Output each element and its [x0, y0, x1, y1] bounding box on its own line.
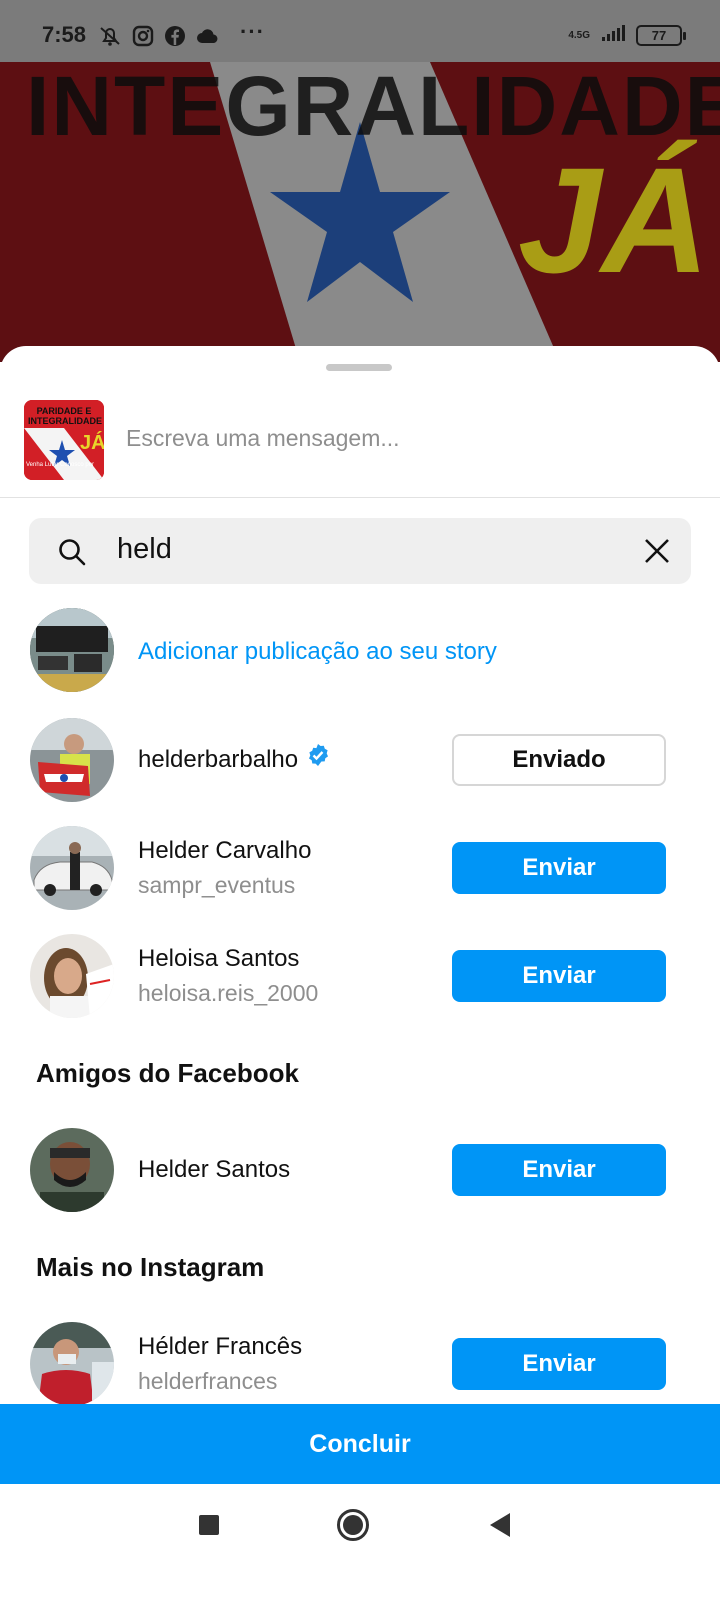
more-on-instagram-heading: Mais no Instagram: [36, 1252, 265, 1282]
verified-badge-icon: [306, 743, 330, 774]
result-row-helder-santos: Helder Santos Enviar: [0, 1128, 720, 1218]
result-name: Helder Carvalho: [138, 837, 312, 864]
avatar-image: [30, 826, 114, 910]
avatar: [30, 826, 114, 910]
result-name: helderbarbalho: [138, 743, 330, 774]
result-row-heloisa-santos: Heloisa Santos heloisa.reis_2000 Enviar: [0, 934, 720, 1024]
recents-square-icon[interactable]: [198, 1514, 220, 1541]
result-name: Heloisa Santos: [138, 945, 300, 972]
search-icon: [57, 537, 87, 572]
add-to-story-label[interactable]: Adicionar publicação ao seu story: [138, 638, 497, 666]
post-image-backdrop: INTEGRALIDADE JÁ: [0, 62, 720, 362]
story-avatar: [30, 608, 114, 692]
result-row-helder-carvalho: Helder Carvalho sampr_eventus Enviar: [0, 826, 720, 916]
result-row-helder-frances: Hélder Francês helderfrances Enviar: [0, 1322, 720, 1412]
mute-icon: [98, 24, 122, 48]
result-row-helderbarbalho: helderbarbalho Enviado: [0, 718, 720, 808]
post-thumbnail: PARIDADE E INTEGRALIDADE JÁ Venha Lutar C…: [24, 400, 104, 480]
result-name: Helder Santos: [138, 1156, 291, 1183]
signal-icon: [600, 24, 626, 47]
avatar-image: [30, 934, 114, 1018]
status-time: 7:58: [42, 22, 87, 47]
result-username: sampr_eventus: [138, 872, 296, 898]
thumbnail-highlight: JÁ: [80, 432, 104, 454]
back-triangle-icon[interactable]: [488, 1512, 512, 1543]
result-name: Hélder Francês: [138, 1333, 303, 1360]
done-button[interactable]: Concluir: [0, 1404, 720, 1484]
avatar: [30, 1322, 114, 1406]
battery-icon: 77: [636, 25, 686, 46]
status-bar: 7:58 ··· 4.5G 77: [0, 0, 720, 62]
sent-button[interactable]: Enviado: [452, 734, 666, 786]
thumbnail-title: PARIDADE E INTEGRALIDADE: [28, 406, 102, 426]
search-query[interactable]: held: [117, 533, 172, 566]
avatar-image: [30, 718, 114, 802]
search-field[interactable]: held: [29, 518, 691, 584]
message-input[interactable]: [126, 416, 686, 460]
facebook-friends-heading: Amigos do Facebook: [36, 1058, 299, 1088]
facebook-icon: [164, 25, 186, 47]
avatar-image: [30, 1128, 114, 1212]
send-button[interactable]: Enviar: [452, 950, 666, 1002]
add-to-story-row[interactable]: Adicionar publicação ao seu story: [0, 608, 720, 698]
more-notifications-icon: ···: [240, 19, 265, 44]
avatar: [30, 718, 114, 802]
home-circle-icon[interactable]: [336, 1508, 370, 1547]
send-button[interactable]: Enviar: [452, 842, 666, 894]
story-avatar-image: [30, 608, 114, 692]
avatar: [30, 934, 114, 1018]
result-username: helderfrances: [138, 1368, 278, 1394]
thumbnail-caption: Venha Lutar Conosco por: [26, 462, 95, 468]
message-composer: PARIDADE E INTEGRALIDADE JÁ Venha Lutar C…: [0, 388, 720, 498]
backdrop-highlight: JÁ: [518, 136, 710, 304]
avatar: [30, 1128, 114, 1212]
network-type: 4.5G: [568, 29, 590, 41]
system-navigation-bar: [0, 1484, 720, 1600]
send-button[interactable]: Enviar: [452, 1144, 666, 1196]
instagram-icon: [132, 25, 154, 47]
system-indicators: 4.5G 77: [568, 24, 686, 47]
result-username: heloisa.reis_2000: [138, 980, 319, 1006]
avatar-image: [30, 1322, 114, 1406]
cloud-icon: [196, 27, 220, 45]
drag-handle[interactable]: [326, 364, 392, 371]
send-button[interactable]: Enviar: [452, 1338, 666, 1390]
clear-search-icon[interactable]: [643, 537, 671, 570]
notification-icons: ···: [98, 19, 265, 48]
